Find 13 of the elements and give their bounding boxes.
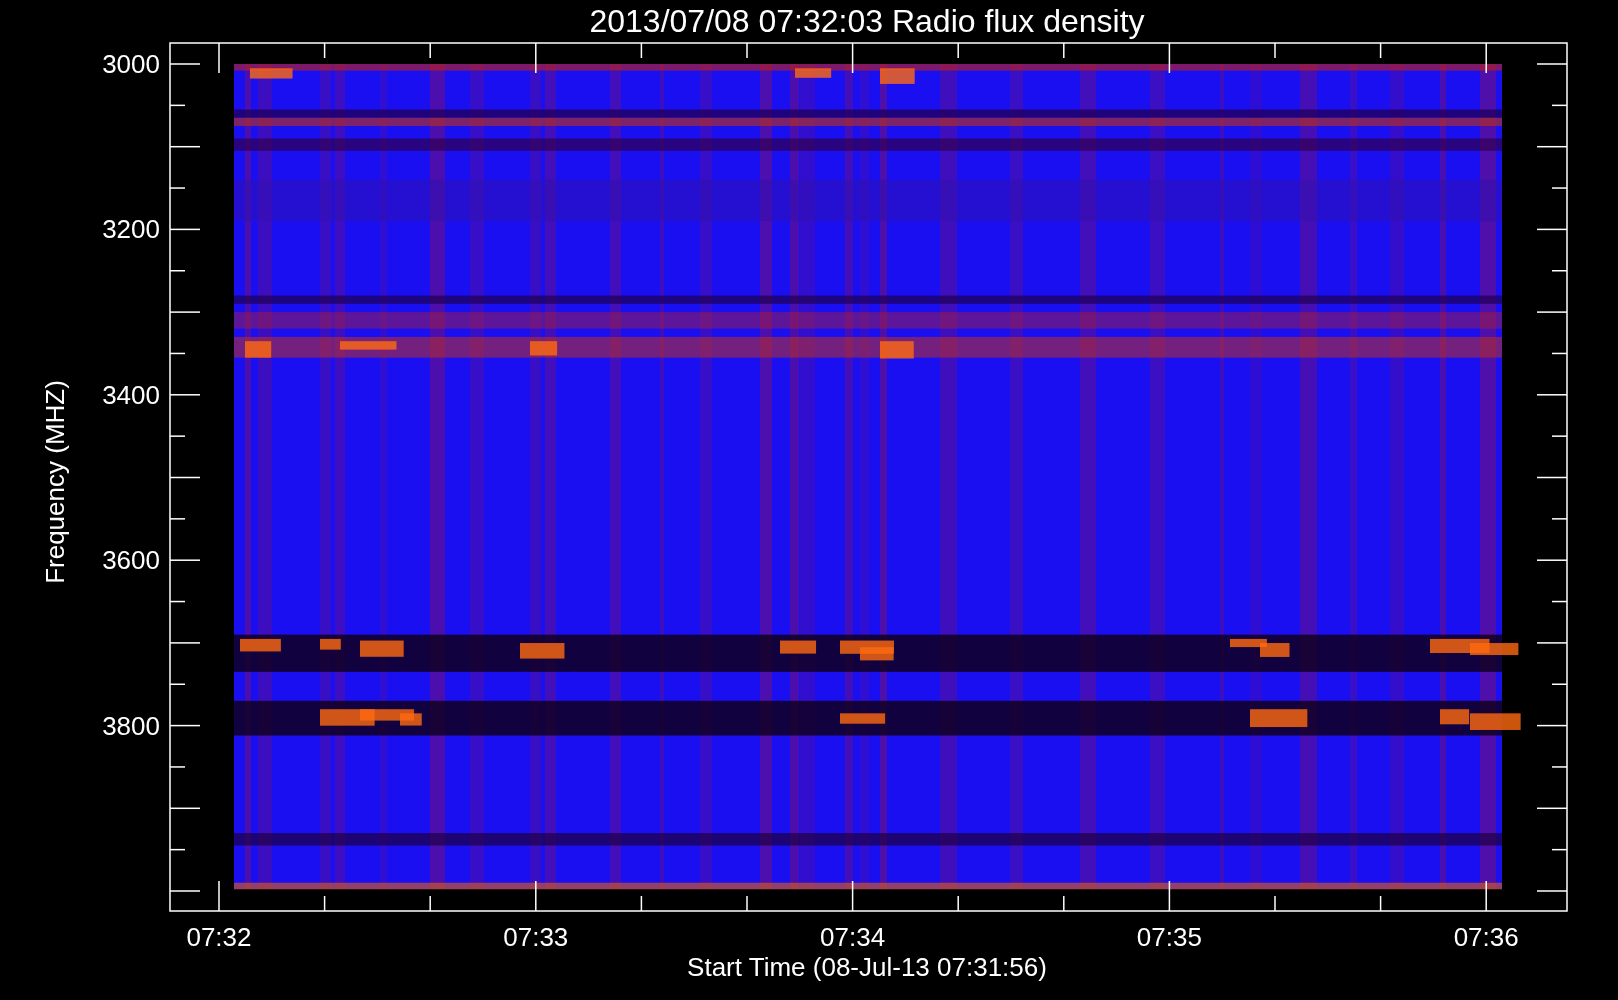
x-axis-label: Start Time (08-Jul-13 07:31:56): [687, 952, 1047, 982]
y-tick-label: 3000: [102, 49, 160, 79]
x-tick-label: 07:32: [186, 922, 252, 952]
y-tick-label: 3400: [102, 379, 160, 410]
x-tick-label: 07:35: [1136, 922, 1202, 952]
x-tick-label: 07:34: [820, 922, 886, 952]
x-tick-label: 07:33: [503, 922, 569, 952]
y-tick-label: 3800: [102, 710, 160, 741]
y-tick-label: 3600: [102, 545, 160, 576]
y-tick-label: 3200: [102, 214, 160, 245]
x-tick-label: 07:36: [1453, 922, 1519, 952]
plot-title: 2013/07/08 07:32:03 Radio flux density: [589, 3, 1145, 39]
y-axis-label: Frequency (MHZ): [40, 380, 70, 584]
